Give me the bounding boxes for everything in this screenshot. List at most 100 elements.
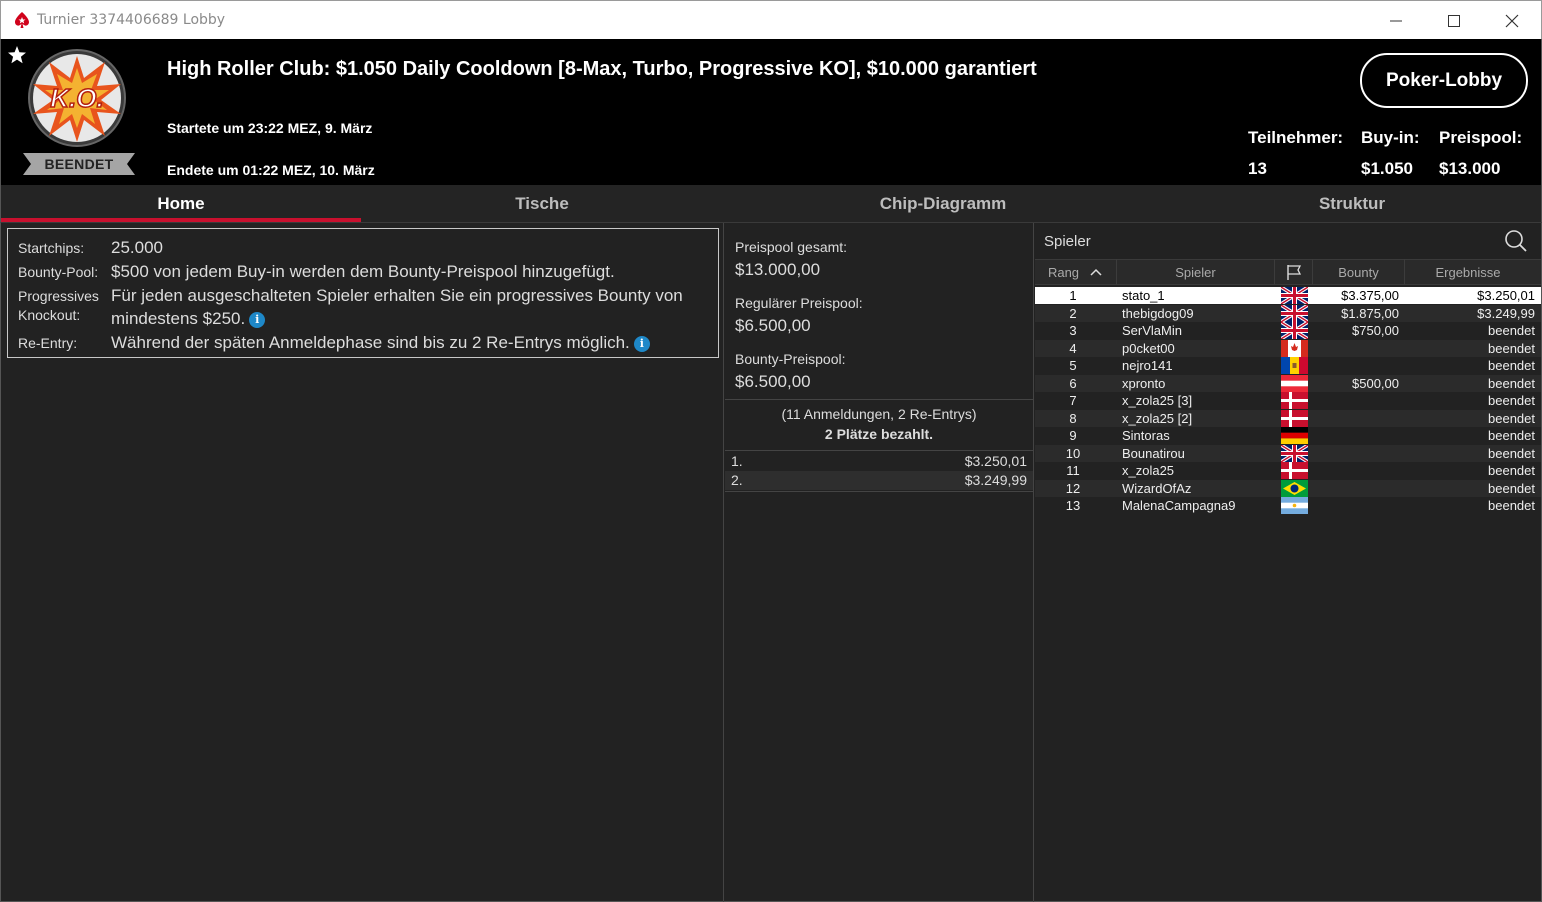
total-prizepool-label: Preispool gesamt: [735, 239, 848, 255]
player-row[interactable]: 13 MalenaCampagna9 beendet [1035, 497, 1541, 514]
reentry-value: Während der späten Anmeldephase sind bis… [111, 331, 650, 354]
status-badge: BEENDET [23, 153, 135, 175]
payout-rank: 1. [731, 453, 743, 469]
pko-info-icon[interactable]: i [249, 312, 266, 328]
player-result: beendet [1488, 463, 1535, 478]
player-result: beendet [1488, 358, 1535, 373]
column-header-country[interactable] [1275, 259, 1313, 285]
uk-flag-icon [1281, 287, 1308, 304]
player-rank: 6 [1069, 375, 1077, 391]
sort-ascending-icon [1090, 268, 1102, 276]
player-name: p0cket00 [1122, 340, 1175, 356]
player-result: $3.250,01 [1477, 288, 1535, 303]
player-result: beendet [1488, 428, 1535, 443]
end-time: Endete um 01:22 MEZ, 10. März [167, 162, 375, 178]
player-row[interactable]: 6 xpronto $500,00 beendet [1035, 374, 1541, 392]
player-search-input[interactable]: Spieler [1044, 233, 1091, 250]
favorite-star-icon[interactable] [7, 45, 27, 65]
payout-amount: $3.249,99 [964, 472, 1027, 488]
player-rank: 4 [1069, 340, 1077, 356]
uk-flag-icon [1281, 444, 1308, 462]
maximize-button[interactable] [1425, 1, 1483, 40]
player-result: beendet [1488, 393, 1535, 408]
player-row[interactable]: 2 thebigdog09 $1.875,00 $3.249,99 [1035, 304, 1541, 322]
player-name: SerVlaMin [1122, 323, 1182, 338]
player-name: xpronto [1122, 375, 1166, 391]
canada-flag-icon [1281, 339, 1308, 357]
column-header-results[interactable]: Ergebnisse [1405, 259, 1531, 285]
startchips-label: Startchips: [18, 240, 85, 256]
player-row[interactable]: 11 x_zola25 beendet [1035, 462, 1541, 479]
divider [723, 223, 724, 902]
column-header-rank[interactable]: Rang [1035, 259, 1117, 285]
denmark-flag-icon [1281, 392, 1308, 409]
column-header-bounty[interactable]: Bounty [1313, 259, 1405, 285]
player-row[interactable]: 4 p0cket00 beendet [1035, 339, 1541, 357]
payout-row: 1. $3.250,01 [725, 452, 1033, 471]
participants-label: Teilnehmer: [1248, 128, 1344, 147]
player-result: beendet [1488, 375, 1535, 391]
player-row[interactable]: 9 Sintoras beendet [1035, 427, 1541, 444]
payout-rank: 2. [731, 472, 743, 488]
reentry-info-icon[interactable]: i [633, 336, 650, 352]
bounty-prizepool-value: $6.500,00 [735, 372, 811, 391]
bounty-pool-label: Bounty-Pool: [18, 264, 99, 280]
player-row[interactable]: 3 SerVlaMin $750,00 beendet [1035, 322, 1541, 339]
player-bounty: $1.875,00 [1341, 305, 1399, 321]
player-result: beendet [1488, 445, 1535, 461]
pko-value-text: mindestens $250. [111, 309, 246, 328]
knockout-logo-icon: K.O. [28, 49, 126, 147]
player-row[interactable]: 7 x_zola25 [3] beendet [1035, 392, 1541, 409]
brazil-flag-icon [1281, 479, 1308, 497]
poker-lobby-button[interactable]: Poker-Lobby [1360, 53, 1528, 108]
tab-tables[interactable]: Tische [361, 185, 723, 222]
player-name: stato_1 [1122, 288, 1165, 303]
player-rank: 9 [1069, 428, 1077, 443]
startchips-value: 25.000 [111, 238, 163, 257]
player-name: x_zola25 [2] [1122, 410, 1193, 426]
player-rank: 3 [1069, 323, 1077, 338]
separator [725, 450, 1033, 451]
player-name: x_zola25 [1122, 463, 1175, 478]
minimize-button[interactable] [1367, 1, 1425, 40]
player-result: beendet [1488, 498, 1535, 513]
pko-label-line2: Knockout: [18, 307, 81, 323]
window-titlebar: Turnier 3374406689 Lobby [0, 0, 1542, 39]
uk-flag-icon [1281, 304, 1308, 322]
pko-label-line1: Progressives [18, 288, 99, 304]
tab-bar: Home Tische Chip-Diagramm Struktur [0, 185, 1542, 223]
player-row[interactable]: 12 WizardOfAz beendet [1035, 479, 1541, 497]
tournament-header: K.O. BEENDET High Roller Club: $1.050 Da… [0, 39, 1542, 185]
tab-structure[interactable]: Struktur [1163, 185, 1541, 222]
maximize-icon [1448, 14, 1460, 27]
player-name: Bounatirou [1122, 445, 1185, 461]
player-row[interactable]: 1 stato_1 $3.375,00 $3.250,01 [1035, 287, 1541, 304]
player-rank: 10 [1065, 445, 1081, 461]
divider [1033, 223, 1034, 902]
paid-places-note: 2 Plätze bezahlt. [824, 426, 934, 442]
player-rank: 12 [1065, 480, 1081, 496]
column-header-player[interactable]: Spieler [1117, 259, 1275, 285]
player-rank: 11 [1066, 463, 1080, 478]
player-result: beendet [1488, 410, 1535, 426]
player-name: Sintoras [1122, 428, 1170, 443]
search-icon[interactable] [1504, 229, 1528, 253]
ko-logo-text: K.O. [50, 83, 103, 113]
tab-chip-chart[interactable]: Chip-Diagramm [723, 185, 1163, 222]
total-prizepool-value: $13.000,00 [735, 260, 821, 279]
player-row[interactable]: 8 x_zola25 [2] beendet [1035, 409, 1541, 427]
player-result: $3.249,99 [1477, 305, 1535, 321]
player-row[interactable]: 5 nejro141 beendet [1035, 357, 1541, 374]
player-rank: 13 [1065, 498, 1081, 513]
player-rank: 1 [1069, 288, 1077, 303]
home-content: Startchips: 25.000 Bounty-Pool: $500 von… [0, 223, 1542, 902]
player-row[interactable]: 10 Bounatirou beendet [1035, 444, 1541, 462]
player-bounty: $750,00 [1352, 323, 1399, 338]
bounty-pool-value: $500 von jedem Buy-in werden dem Bounty-… [111, 262, 615, 281]
reentry-value-text: Während der späten Anmeldephase sind bis… [111, 333, 630, 352]
tab-home[interactable]: Home [1, 185, 361, 222]
close-button[interactable] [1483, 1, 1541, 40]
prizepool-value: $13.000 [1439, 159, 1501, 178]
payout-amount: $3.250,01 [964, 453, 1027, 469]
minimize-icon [1390, 20, 1402, 21]
